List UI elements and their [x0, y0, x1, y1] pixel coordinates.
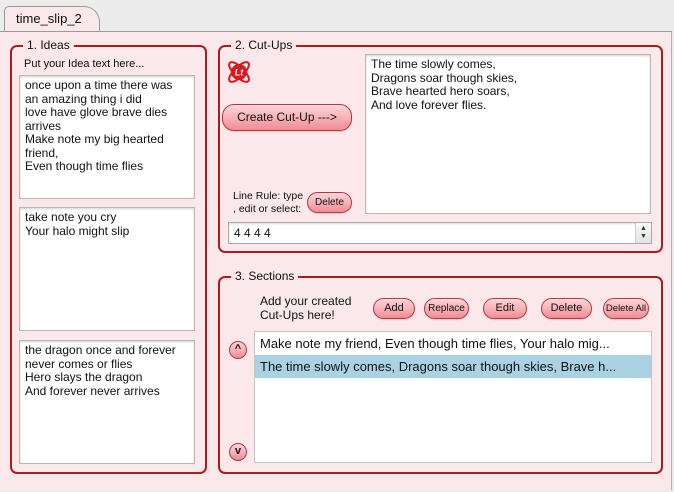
- delete-all-sections-button[interactable]: Delete All: [603, 298, 649, 319]
- idea-textbox-2[interactable]: take note you cry Your halo might slip: [19, 207, 195, 331]
- replace-section-button[interactable]: Replace: [424, 298, 469, 319]
- ideas-hint: Put your Idea text here...: [24, 58, 145, 70]
- combo-arrows-icon[interactable]: ▲ ▼: [635, 223, 651, 243]
- cutups-legend: 2. Cut-Ups: [231, 38, 297, 52]
- logo-text: Lt: [235, 68, 244, 78]
- line-rule-value: 4 4 4 4: [234, 226, 271, 240]
- create-cutup-button[interactable]: Create Cut-Up --->: [222, 104, 352, 131]
- line-rule-combobox[interactable]: 4 4 4 4 ▲ ▼: [228, 222, 652, 244]
- section-item-1[interactable]: Make note my friend, Even though time fl…: [255, 332, 651, 355]
- edit-section-button[interactable]: Edit: [483, 298, 527, 319]
- tab-strip: time_slip_2: [0, 0, 674, 32]
- idea-textbox-3[interactable]: the dragon once and forever never comes …: [19, 340, 195, 464]
- move-down-button[interactable]: v: [229, 443, 247, 461]
- section-item-2[interactable]: The time slowly comes, Dragons soar thou…: [255, 355, 651, 378]
- move-up-button[interactable]: ^: [229, 341, 247, 359]
- add-section-button[interactable]: Add: [373, 298, 415, 319]
- sections-legend: 3. Sections: [231, 269, 299, 283]
- sections-list[interactable]: Make note my friend, Even though time fl…: [254, 331, 652, 463]
- tab-time-slip-2[interactable]: time_slip_2: [4, 6, 100, 32]
- atom-logo-icon: Lt: [228, 61, 250, 83]
- line-rule-delete-button[interactable]: Delete: [307, 192, 352, 213]
- idea-textbox-1[interactable]: once upon a time there was an amazing th…: [19, 75, 195, 199]
- cutup-output-textbox[interactable]: The time slowly comes, Dragons soar thou…: [365, 54, 651, 214]
- line-rule-label: Line Rule: type , edit or select:: [233, 190, 304, 215]
- sections-hint: Add your created Cut-Ups here!: [260, 294, 352, 322]
- delete-section-button[interactable]: Delete: [541, 298, 592, 319]
- ideas-legend: 1. Ideas: [23, 38, 74, 52]
